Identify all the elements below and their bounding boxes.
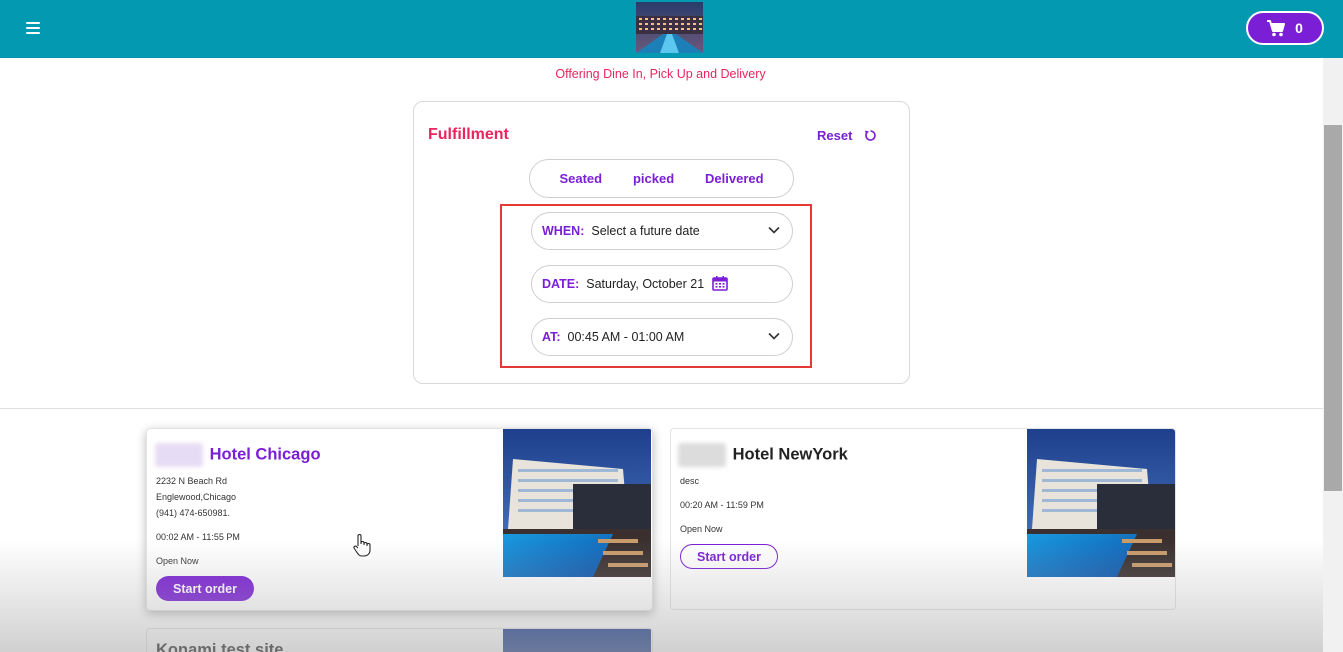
- when-value: Select a future date: [591, 224, 700, 238]
- start-order-button[interactable]: Start order: [156, 576, 254, 601]
- reset-label: Reset: [817, 128, 853, 143]
- blurred-logo: [155, 443, 203, 467]
- menu-icon[interactable]: [26, 22, 40, 34]
- when-label: WHEN:: [542, 224, 585, 238]
- tagline: Offering Dine In, Pick Up and Delivery: [555, 67, 766, 81]
- chevron-down-icon: [768, 226, 780, 234]
- store-name[interactable]: Hotel NewYork: [678, 443, 848, 467]
- fulfillment-tabs: Seated picked Delivered: [529, 159, 794, 198]
- calendar-icon[interactable]: [712, 275, 728, 294]
- hotel-logo[interactable]: [636, 2, 703, 53]
- at-label: AT:: [542, 330, 561, 344]
- at-value: 00:45 AM - 01:00 AM: [567, 330, 685, 344]
- tab-delivered[interactable]: Delivered: [705, 171, 764, 186]
- fulfillment-title: Fulfillment: [428, 126, 509, 143]
- store-phone: (941) 474-650981.: [156, 508, 231, 518]
- reset-icon: [865, 130, 877, 141]
- store-card-konami[interactable]: Konami test site: [146, 628, 653, 652]
- date-picker[interactable]: DATE: Saturday, October 21: [531, 265, 793, 303]
- cart-icon: [1267, 19, 1286, 36]
- time-select[interactable]: AT: 00:45 AM - 01:00 AM: [531, 318, 793, 356]
- section-divider: [0, 408, 1323, 409]
- blurred-logo: [678, 443, 726, 467]
- hand-cursor-icon: [353, 534, 371, 557]
- store-hours: 00:20 AM - 11:59 PM: [680, 500, 764, 510]
- store-card-newyork[interactable]: Hotel NewYork desc 00:20 AM - 11:59 PM O…: [670, 428, 1176, 610]
- date-label: DATE:: [542, 277, 580, 291]
- tab-seated[interactable]: Seated: [559, 171, 602, 186]
- store-status: Open Now: [156, 556, 199, 566]
- top-bar: 0: [0, 0, 1343, 58]
- store-hours: 00:02 AM - 11:55 PM: [156, 532, 240, 542]
- cart-button[interactable]: 0: [1246, 11, 1324, 45]
- store-name[interactable]: Hotel Chicago: [155, 443, 321, 467]
- store-image: [503, 429, 651, 577]
- date-value: Saturday, October 21: [586, 277, 705, 291]
- tab-picked[interactable]: picked: [633, 171, 674, 186]
- store-status: Open Now: [680, 524, 723, 534]
- fulfillment-card: Fulfillment Reset Seated picked Delivere…: [413, 101, 910, 384]
- store-address-line1: 2232 N Beach Rd: [156, 476, 228, 486]
- start-order-button[interactable]: Start order: [680, 544, 778, 569]
- store-card-chicago[interactable]: Hotel Chicago 2232 N Beach Rd Englewood,…: [146, 428, 653, 611]
- chevron-down-icon: [768, 332, 780, 340]
- page: 0 Offering Dine In, Pick Up and Delivery…: [0, 0, 1343, 652]
- when-select[interactable]: WHEN: Select a future date: [531, 212, 793, 250]
- store-image: [503, 629, 651, 652]
- scrollbar-thumb[interactable]: [1324, 125, 1342, 491]
- store-description: desc: [680, 476, 700, 486]
- store-image: [1027, 429, 1175, 577]
- reset-button[interactable]: Reset: [817, 128, 877, 143]
- cart-count: 0: [1295, 20, 1303, 36]
- store-name[interactable]: Konami test site: [156, 641, 283, 652]
- store-address-line2: Englewood,Chicago: [156, 492, 237, 502]
